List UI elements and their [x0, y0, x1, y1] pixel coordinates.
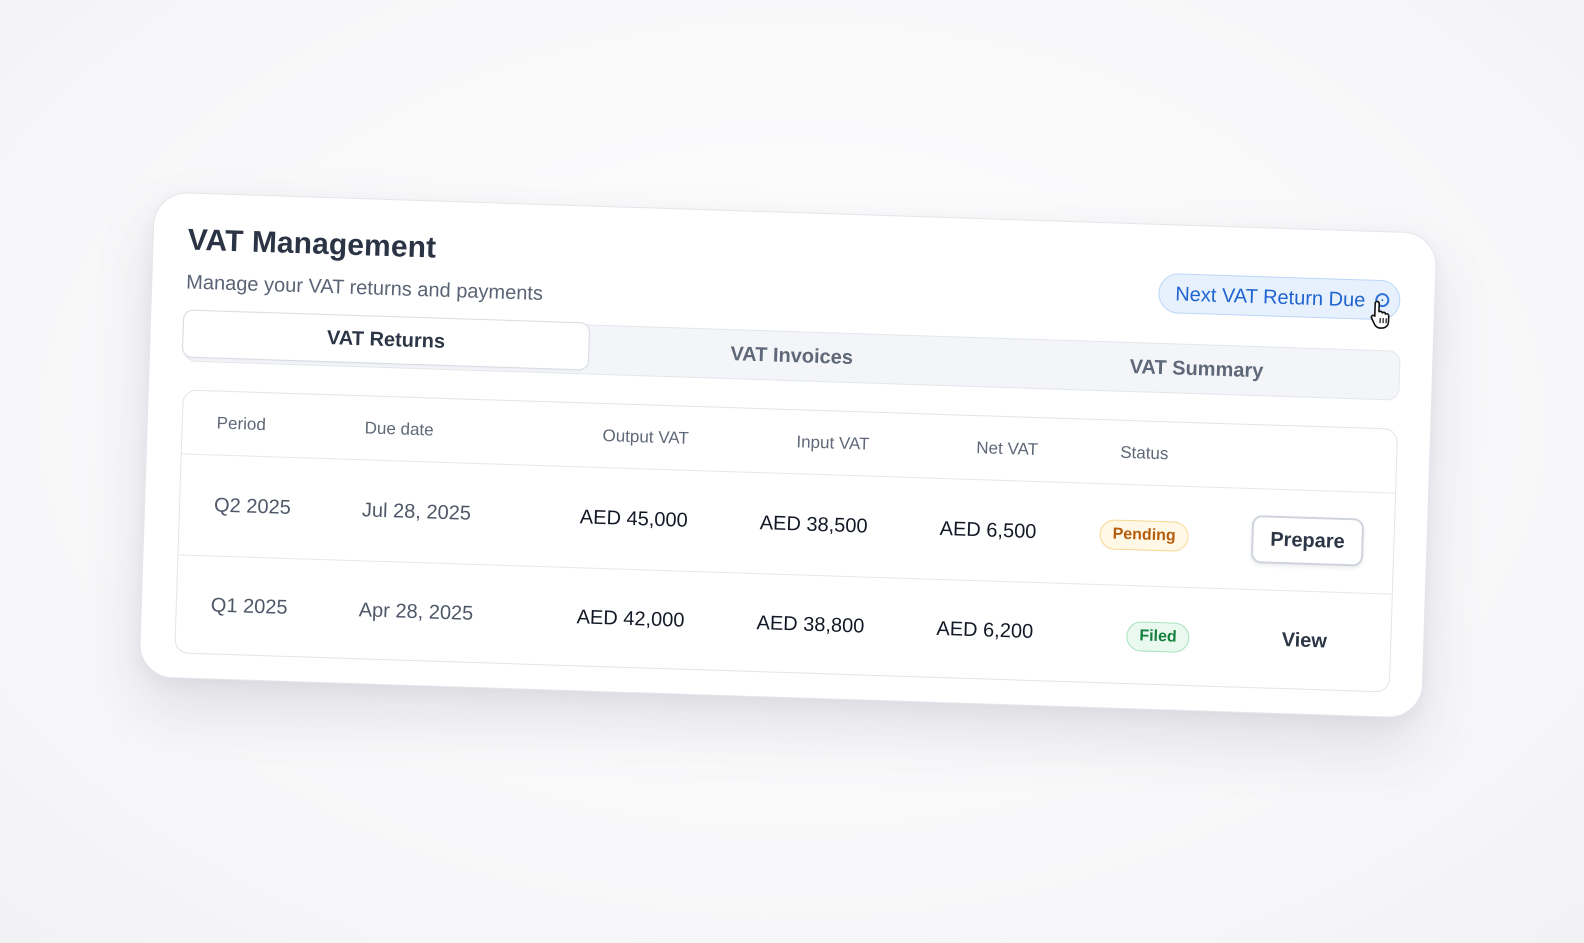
due-date-cell: Apr 28, 2025 [358, 599, 474, 625]
due-chip-label: Next VAT Return Due [1174, 283, 1366, 312]
page-background: VAT Management Manage your VAT returns a… [0, 0, 1584, 943]
column-header-input-vat: Input VAT [796, 431, 870, 454]
prepare-button[interactable]: Prepare [1250, 515, 1365, 567]
column-header-period: Period [216, 413, 267, 434]
column-header-net-vat: Net VAT [976, 437, 1039, 459]
due-date-cell: Jul 28, 2025 [361, 498, 472, 525]
input-vat-cell: AED 38,800 [756, 612, 865, 638]
vat-management-card: VAT Management Manage your VAT returns a… [138, 191, 1438, 719]
period-cell: Q2 2025 [213, 494, 292, 519]
action-cell: View [1248, 628, 1361, 655]
net-vat-cell: AED 6,500 [939, 517, 1037, 543]
next-vat-return-due-chip[interactable]: Next VAT Return Due [1157, 272, 1401, 329]
status-badge: Pending [1099, 519, 1190, 552]
input-vat-cell: AED 38,500 [759, 511, 868, 538]
page-subtitle: Manage your VAT returns and payments [185, 271, 544, 305]
pointer-cursor-icon [1370, 300, 1390, 329]
action-cell: Prepare [1250, 515, 1365, 567]
vat-tabs: VAT Returns VAT Invoices VAT Summary [181, 309, 1401, 401]
tab-vat-summary[interactable]: VAT Summary [993, 339, 1399, 400]
tab-vat-invoices[interactable]: VAT Invoices [589, 326, 995, 387]
view-link[interactable]: View [1248, 628, 1361, 655]
column-header-due-date: Due date [364, 417, 434, 440]
status-cell: Filed [1125, 620, 1191, 653]
column-header-status: Status [1119, 442, 1169, 463]
net-vat-cell: AED 6,200 [936, 617, 1034, 644]
page-title: VAT Management [187, 223, 437, 265]
status-cell: Pending [1099, 519, 1190, 552]
output-vat-cell: AED 45,000 [579, 505, 689, 532]
status-badge: Filed [1125, 620, 1191, 653]
output-vat-cell: AED 42,000 [576, 606, 685, 632]
column-header-output-vat: Output VAT [602, 425, 690, 448]
tab-vat-returns[interactable]: VAT Returns [181, 309, 591, 371]
vat-returns-table: Period Due date Output VAT Input VAT Net… [174, 389, 1399, 693]
period-cell: Q1 2025 [210, 594, 288, 619]
